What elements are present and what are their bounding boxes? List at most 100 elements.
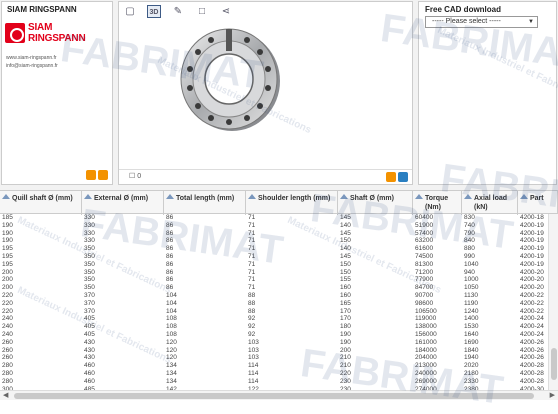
edit-icon[interactable]: ✎ — [171, 5, 185, 18]
table-row[interactable]: 280 460 134 114 220 240000 2180 4200-28 — [0, 370, 548, 378]
table-row[interactable]: 200 350 86 71 155 77900 1000 4200-20 — [0, 276, 548, 284]
website-link[interactable]: www.siam-ringspann.fr — [6, 54, 58, 62]
table-row[interactable]: 260 430 120 103 190 161000 1690 4200-26 — [0, 339, 548, 347]
table-cell: 350 — [84, 245, 95, 253]
table-row[interactable]: 185 330 86 71 145 60400 830 4200-18 — [0, 214, 548, 222]
table-cell: 430 — [84, 354, 95, 362]
table-row[interactable]: 280 460 134 114 210 213000 2020 4200-28 — [0, 362, 548, 370]
rss-icon[interactable] — [86, 170, 96, 180]
table-cell: 2180 — [464, 370, 479, 377]
table-row[interactable]: 200 350 86 71 160 84700 1050 4200-20 — [0, 284, 548, 292]
table-cell: 77900 — [415, 276, 434, 284]
share-icon[interactable]: ⋖ — [219, 5, 233, 18]
table-cell: 280 — [2, 377, 13, 385]
table-row[interactable]: 220 370 104 88 160 90700 1130 4200-22 — [0, 292, 548, 300]
monitor-icon[interactable]: ▢ — [123, 5, 137, 18]
table-cell: 4200-20 — [520, 268, 544, 276]
table-cell: 4200-19 — [520, 245, 544, 253]
table-row[interactable]: 220 370 104 88 165 98600 1190 4200-22 — [0, 300, 548, 308]
table-cell: 1840 — [464, 346, 479, 354]
table-row[interactable]: 280 460 134 114 230 269000 2330 4200-28 — [0, 378, 548, 386]
table-cell: 4200-28 — [520, 370, 544, 377]
table-cell: 86 — [166, 276, 174, 284]
cad-format-select[interactable]: ----- Please select ----- ▼ — [425, 16, 538, 28]
3d-view-icon[interactable]: 3D — [147, 5, 161, 18]
table-row[interactable]: 195 350 86 71 150 81300 1040 4200-19 — [0, 261, 548, 269]
star-icon[interactable] — [386, 172, 396, 182]
horizontal-scrollbar[interactable]: ◀ ▶ — [0, 390, 558, 400]
column-header[interactable]: Shoulder length (mm) — [246, 191, 338, 215]
table-row[interactable]: 195 350 86 71 140 61600 880 4200-19 — [0, 245, 548, 253]
table-row[interactable]: 260 430 120 103 200 184000 1840 4200-26 — [0, 347, 548, 355]
column-header[interactable]: Part — [518, 191, 558, 215]
table-cell: 330 — [84, 229, 95, 237]
table-cell: 330 — [84, 221, 95, 229]
next-icon[interactable] — [98, 170, 108, 180]
table-cell: 350 — [84, 260, 95, 268]
table-cell: 4200-26 — [520, 354, 544, 362]
table-cell: 170 — [340, 307, 351, 315]
contact-info: www.siam-ringspann.fr info@siam-ringspan… — [6, 54, 58, 70]
table-cell: 220 — [2, 299, 13, 307]
table-cell: 1530 — [464, 323, 479, 331]
column-header[interactable]: Quill shaft Ø (mm) — [0, 191, 82, 215]
column-header[interactable]: Axial load (kN) — [462, 191, 518, 215]
table-cell: 60400 — [415, 214, 434, 221]
vertical-scroll-thumb[interactable] — [551, 348, 557, 380]
table-cell: 86 — [166, 245, 174, 253]
document-icon[interactable]: □ — [195, 5, 209, 18]
vertical-scrollbar[interactable] — [548, 214, 558, 390]
table-cell: 190 — [2, 221, 13, 229]
table-cell: 140 — [340, 221, 351, 229]
table-cell: 4200-20 — [520, 284, 544, 292]
table-cell: 740 — [464, 221, 475, 229]
logo-text-line1: SIAM — [28, 22, 53, 33]
preview-footer: ☐ 0 — [119, 169, 412, 184]
column-header[interactable]: Total length (mm) — [164, 191, 246, 215]
table-cell: 330 — [84, 237, 95, 245]
comments[interactable]: ☐ 0 — [129, 172, 141, 180]
column-header[interactable]: External Ø (mm) — [82, 191, 164, 215]
table-cell: 4200-28 — [520, 362, 544, 370]
table-cell: 71 — [248, 260, 256, 268]
table-row[interactable]: 195 350 86 71 145 74500 990 4200-19 — [0, 253, 548, 261]
table-row[interactable]: 200 350 86 71 150 71200 940 4200-20 — [0, 269, 548, 277]
sort-arrow-icon — [248, 194, 256, 199]
table-cell: 1050 — [464, 284, 479, 292]
table-row[interactable]: 260 430 120 103 210 204000 1940 4200-26 — [0, 354, 548, 362]
table-cell: 180 — [340, 323, 351, 331]
table-cell: 200 — [2, 268, 13, 276]
table-cell: 145 — [340, 229, 351, 237]
zoom-icon[interactable] — [398, 172, 408, 182]
table-cell: 184000 — [415, 346, 437, 354]
table-row[interactable]: 240 405 108 92 170 119000 1400 4200-24 — [0, 315, 548, 323]
table-row[interactable]: 190 330 86 71 145 57400 790 4200-19 — [0, 230, 548, 238]
table-cell: 71 — [248, 268, 256, 276]
table-cell: 114 — [248, 362, 259, 370]
table-cell: 98600 — [415, 299, 434, 307]
column-header[interactable]: Shaft Ø (mm) — [338, 191, 413, 215]
table-row[interactable]: 240 405 108 92 190 156000 1640 4200-24 — [0, 331, 548, 339]
table-cell: 260 — [2, 338, 13, 346]
table-cell: 140 — [340, 245, 351, 253]
preview-actions — [386, 172, 408, 182]
preview-panel: ▢ 3D ✎ □ ⋖ ☐ 0 — [118, 1, 413, 185]
table-row[interactable]: 220 370 104 88 170 106500 1240 4200-22 — [0, 308, 548, 316]
manufacturer-logo: SIAM RINGSPANN — [5, 21, 113, 47]
table-cell: 145 — [340, 253, 351, 260]
table-cell: 4200-26 — [520, 346, 544, 354]
table-header: Quill shaft Ø (mm) External Ø (mm) Total l… — [0, 190, 558, 215]
column-header[interactable]: Torque (Nm) — [413, 191, 462, 215]
table-cell: 165 — [340, 299, 351, 307]
table-row[interactable]: 240 405 108 92 180 138000 1530 4200-24 — [0, 323, 548, 331]
table-cell: 71 — [248, 253, 256, 260]
table-cell: 4200-18 — [520, 214, 544, 221]
table-cell: 71 — [248, 245, 256, 253]
table-row[interactable]: 190 330 86 71 150 63200 840 4200-19 — [0, 237, 548, 245]
horizontal-scroll-thumb[interactable] — [14, 393, 534, 399]
table-cell: 155 — [340, 276, 351, 284]
table-row[interactable]: 190 330 86 71 140 51900 740 4200-19 — [0, 222, 548, 230]
table-cell: 213000 — [415, 362, 437, 370]
email-link[interactable]: info@siam-ringspann.fr — [6, 62, 58, 70]
table-cell: 200 — [2, 284, 13, 292]
